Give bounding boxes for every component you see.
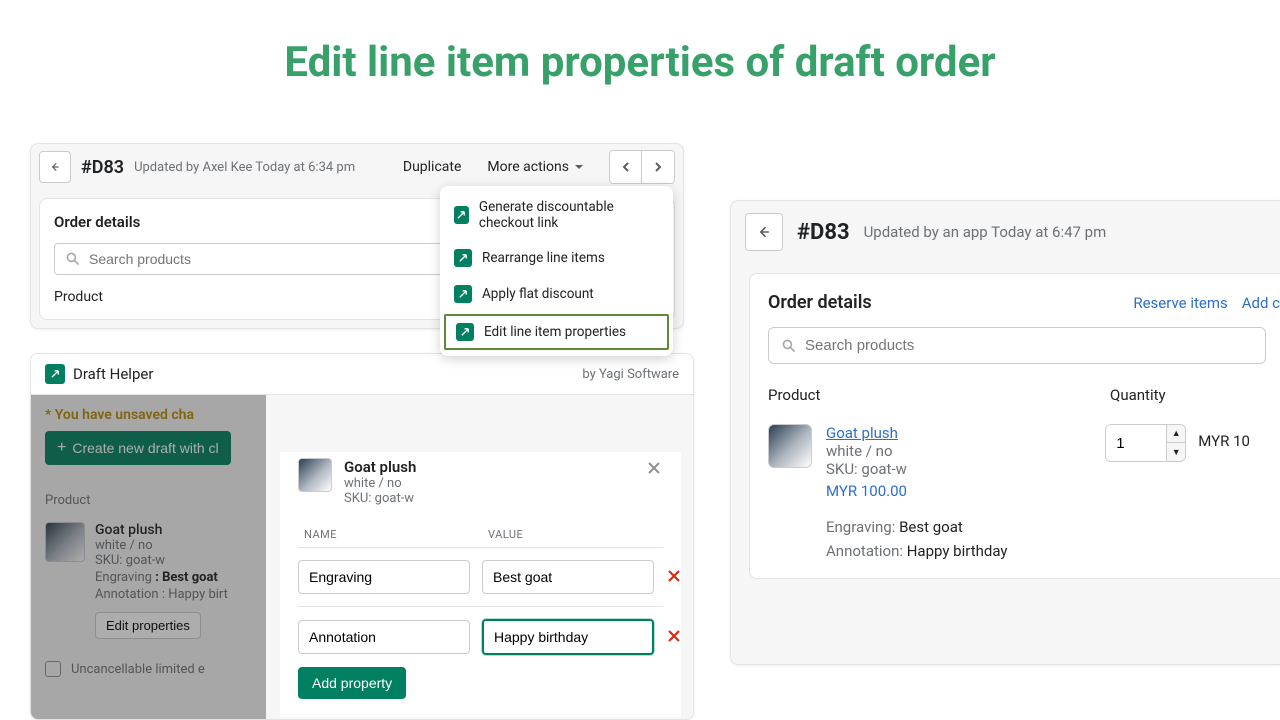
product-variant: white / no — [826, 442, 1007, 460]
order-details-card: Order details Reserve items Add c Produc… — [749, 273, 1280, 579]
prop-name-input[interactable] — [298, 560, 470, 594]
app-name: Draft Helper — [73, 365, 153, 383]
caret-down-icon — [573, 161, 585, 173]
qty-down-button[interactable]: ▼ — [1167, 443, 1185, 461]
property-row — [298, 619, 663, 655]
prop-name-input[interactable] — [298, 620, 470, 654]
more-actions-label: More actions — [487, 159, 569, 175]
col-product: Product — [768, 386, 1110, 404]
updated-text: Updated by an app Today at 6:47 pm — [864, 223, 1107, 241]
th-value: VALUE — [488, 528, 523, 541]
delete-property-button[interactable] — [666, 565, 682, 589]
quantity-stepper[interactable]: ▲ ▼ — [1105, 424, 1186, 462]
back-button[interactable] — [39, 151, 71, 183]
modal-product-name: Goat plush — [344, 458, 416, 476]
product-thumbnail — [298, 458, 332, 492]
search-icon — [65, 251, 81, 267]
vendor-label: by Yagi Software — [582, 367, 679, 382]
modal-sku: SKU: goat-w — [344, 491, 416, 506]
order-details-title: Order details — [54, 213, 140, 231]
more-actions-button[interactable]: More actions — [487, 159, 585, 175]
arrow-left-icon — [49, 161, 61, 173]
menu-edit-properties[interactable]: Edit line item properties — [444, 314, 669, 350]
close-button[interactable] — [645, 458, 663, 483]
modal-variant: white / no — [344, 476, 416, 491]
app-icon — [454, 249, 472, 267]
quantity-input[interactable] — [1106, 425, 1166, 461]
property-display: Engraving: Best goat — [826, 518, 1007, 536]
search-products-input[interactable] — [768, 327, 1266, 364]
menu-generate-link[interactable]: Generate discountable checkout link — [440, 190, 673, 240]
chevron-right-icon — [652, 161, 664, 173]
col-product: Product — [54, 289, 470, 305]
order-id: #D83 — [81, 157, 124, 178]
result-panel: #D83 Updated by an app Today at 6:47 pm … — [730, 200, 1280, 665]
prop-value-input[interactable] — [482, 560, 654, 594]
updated-text: Updated by Axel Kee Today at 6:34 pm — [134, 160, 355, 175]
menu-rearrange[interactable]: Rearrange line items — [440, 240, 673, 276]
product-sku: SKU: goat-w — [826, 460, 1007, 478]
draft-helper-panel: Draft Helper by Yagi Software * You have… — [30, 353, 694, 720]
product-price: MYR 100.00 — [826, 482, 1007, 500]
menu-item-label: Rearrange line items — [482, 250, 605, 266]
property-row — [298, 560, 663, 594]
app-icon — [454, 285, 472, 303]
app-icon — [454, 206, 469, 224]
page-heading: Edit line item properties of draft order — [0, 0, 1280, 107]
next-order-button[interactable] — [642, 151, 674, 183]
edit-properties-modal: Goat plush white / no SKU: goat-w NAME V… — [280, 452, 681, 717]
duplicate-button[interactable]: Duplicate — [403, 159, 462, 175]
divider — [298, 547, 663, 548]
app-icon — [45, 364, 65, 384]
more-actions-menu: Generate discountable checkout link Rear… — [440, 186, 673, 356]
menu-flat-discount[interactable]: Apply flat discount — [440, 276, 673, 312]
qty-up-button[interactable]: ▲ — [1167, 425, 1185, 443]
search-icon — [781, 338, 797, 354]
prev-order-button[interactable] — [610, 151, 642, 183]
arrow-left-icon — [756, 224, 772, 240]
reserve-items-link[interactable]: Reserve items — [1133, 294, 1227, 312]
product-thumbnail — [768, 424, 812, 468]
menu-item-label: Edit line item properties — [484, 324, 626, 340]
order-details-title: Order details — [768, 292, 872, 313]
back-button[interactable] — [745, 213, 783, 251]
app-icon — [456, 323, 474, 341]
product-name-link[interactable]: Goat plush — [826, 424, 1007, 442]
dim-overlay — [31, 395, 266, 720]
x-icon — [666, 628, 682, 644]
property-display: Annotation: Happy birthday — [826, 542, 1007, 560]
divider — [298, 606, 663, 607]
delete-property-button[interactable] — [666, 625, 682, 649]
prop-value-input[interactable] — [482, 619, 654, 655]
order-id: #D83 — [797, 220, 850, 245]
line-total: MYR 10 — [1198, 424, 1250, 450]
x-icon — [666, 568, 682, 584]
th-name: NAME — [298, 528, 474, 541]
menu-item-label: Generate discountable checkout link — [479, 199, 659, 231]
col-quantity: Quantity — [1110, 386, 1280, 404]
close-icon — [645, 459, 663, 477]
search-products-field[interactable] — [805, 337, 1253, 354]
add-property-button[interactable]: Add property — [298, 667, 406, 699]
chevron-left-icon — [620, 161, 632, 173]
add-custom-link[interactable]: Add c — [1242, 294, 1280, 312]
menu-item-label: Apply flat discount — [482, 286, 594, 302]
